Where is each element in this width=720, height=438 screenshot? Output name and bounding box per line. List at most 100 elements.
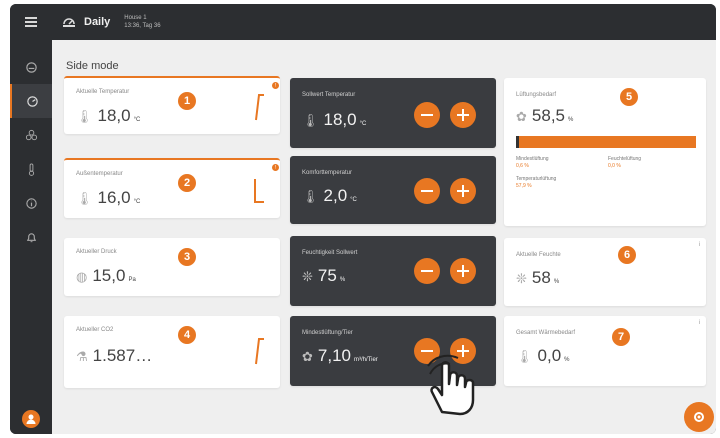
- sidebar-item-climate[interactable]: [10, 152, 52, 186]
- card-value: 🌡 2,0 °C: [302, 186, 357, 206]
- card-total-heat-demand[interactable]: Gesamt Wärmebedarf 🌡 0,0% 7 i: [504, 316, 706, 386]
- mini-value: 0,0 %: [608, 163, 621, 169]
- thermometer-icon: 🌡: [516, 349, 533, 364]
- card-current-pressure[interactable]: Aktueller Druck ◍ 15,0 Pa 3: [64, 238, 280, 296]
- house-selector[interactable]: House 1 13:36, Tag 36: [124, 14, 160, 30]
- card-value: 🌡 18,0 °C: [76, 106, 140, 126]
- thermometer-icon: 🌡: [76, 191, 93, 206]
- value-text: 15,0: [92, 266, 126, 285]
- trend-icon: [254, 179, 264, 203]
- card-value: ✿ 7,10 m³/h/Tier: [302, 346, 378, 366]
- card-value: ◍ 15,0 Pa: [76, 266, 136, 286]
- sidebar-item-info[interactable]: [10, 186, 52, 220]
- callout-badge: 2: [178, 174, 196, 192]
- min-ventilation-readout: Mindestlüftung 0,6 %: [516, 156, 549, 170]
- info-icon[interactable]: i: [699, 242, 700, 248]
- value-text: 16,0: [97, 188, 131, 207]
- warning-icon: !: [272, 164, 279, 171]
- humidity-icon: ❊: [516, 271, 527, 286]
- mini-label: Mindestlüftung: [516, 156, 549, 162]
- card-humidity-setpoint: Feuchtigkeit Sollwert ❊ 75%: [290, 236, 496, 306]
- device-frame: Daily House 1 13:36, Tag 36 Side mode Ak…: [10, 4, 716, 434]
- decrease-button[interactable]: [414, 178, 440, 204]
- card-label: Komforttemperatur: [302, 170, 353, 176]
- co2-icon: ⚗: [76, 349, 88, 364]
- value-text: 0,0: [537, 346, 562, 365]
- card-ventilation-demand[interactable]: Lüftungsbedarf ✿ 58,5% 5 Mindestlüftung 0,…: [504, 78, 706, 226]
- card-comfort-temperature: Komforttemperatur 🌡 2,0 °C: [290, 156, 496, 224]
- value-unit: °C: [359, 121, 367, 127]
- main-content: Side mode Aktuelle Temperatur 🌡 18,0 °C ! …: [52, 40, 716, 434]
- sidebar-item-home[interactable]: [10, 50, 52, 84]
- house-name: House 1: [124, 15, 147, 21]
- callout-badge: 7: [612, 328, 630, 346]
- sidebar-item-alarms[interactable]: [10, 220, 52, 254]
- user-icon: [26, 414, 36, 424]
- value-unit: °C: [350, 197, 357, 203]
- thermometer-icon: 🌡: [302, 113, 319, 128]
- menu-button[interactable]: [10, 4, 52, 40]
- trend-icon: [255, 338, 264, 365]
- value-text: 58: [531, 268, 551, 287]
- minus-icon: [421, 269, 433, 273]
- card-label: Lüftungsbedarf: [516, 92, 557, 98]
- minus-icon: [421, 189, 433, 193]
- value-text: 2,0: [323, 186, 348, 205]
- decrease-button[interactable]: [414, 258, 440, 284]
- card-current-co2[interactable]: Aktueller CO2 ⚗ 1.587… 4: [64, 316, 280, 388]
- user-avatar[interactable]: [22, 410, 40, 428]
- value-text: 7,10: [317, 346, 351, 365]
- settings-fab-button[interactable]: [684, 402, 714, 432]
- callout-badge: 6: [618, 246, 636, 264]
- card-label: Aktueller CO2: [76, 327, 114, 333]
- callout-badge: 3: [178, 248, 196, 266]
- humidity-ventilation-readout: Feuchtelüftung 0,0 %: [608, 156, 641, 170]
- info-icon[interactable]: i: [699, 320, 700, 326]
- house-info: 13:36, Tag 36: [124, 23, 161, 29]
- trend-icon: [255, 94, 264, 121]
- card-value: ⚗ 1.587…: [76, 346, 152, 366]
- decrease-button[interactable]: [414, 102, 440, 128]
- card-outside-temperature[interactable]: Außentemperatur 🌡 16,0 °C ! 2: [64, 158, 280, 218]
- plus-icon: [457, 109, 469, 120]
- hand-pointer-icon: [427, 354, 475, 416]
- card-label: Aktuelle Temperatur: [76, 89, 130, 95]
- mode-title: Side mode: [66, 60, 119, 72]
- thermometer-icon: 🌡: [302, 189, 319, 204]
- sidebar-item-fans[interactable]: [10, 118, 52, 152]
- callout-badge: 4: [178, 326, 196, 344]
- gauge-icon: ◍: [76, 269, 88, 284]
- card-label: Sollwert Temperatur: [302, 92, 356, 98]
- plus-icon: [457, 265, 469, 276]
- callout-badge: 5: [620, 88, 638, 106]
- mini-value: 0,6 %: [516, 163, 529, 169]
- card-value: 🌡 16,0 °C: [76, 188, 140, 208]
- increase-button[interactable]: [450, 102, 476, 128]
- thermometer-icon: 🌡: [76, 109, 93, 124]
- value-unit: %: [564, 357, 570, 363]
- value-unit: Pa: [128, 277, 136, 283]
- increase-button[interactable]: [450, 178, 476, 204]
- fan-icon: ✿: [302, 349, 313, 364]
- info-icon: [25, 197, 37, 209]
- home-icon: [25, 61, 37, 73]
- page-title: Daily: [84, 16, 111, 28]
- plus-icon: [457, 185, 469, 196]
- card-value: 🌡 18,0 °C: [302, 110, 366, 130]
- temperature-ventilation-readout: Temperaturlüftung 57,9 %: [516, 176, 556, 190]
- value-unit: %: [339, 277, 346, 283]
- fan-icon: [25, 129, 37, 140]
- increase-button[interactable]: [450, 258, 476, 284]
- card-current-humidity[interactable]: Aktuelle Feuchte ❊ 58% 6 i: [504, 238, 706, 306]
- top-bar: Daily House 1 13:36, Tag 36: [10, 4, 716, 40]
- value-text: 18,0: [323, 110, 357, 129]
- bell-icon: [26, 232, 36, 242]
- dashboard-icon: [26, 95, 38, 107]
- callout-badge: 1: [178, 92, 196, 110]
- value-text: 1.587…: [92, 346, 153, 365]
- sidebar-item-dashboard[interactable]: [10, 84, 52, 118]
- card-value: ❊ 75%: [302, 266, 345, 286]
- card-current-temperature[interactable]: Aktuelle Temperatur 🌡 18,0 °C ! 1: [64, 76, 280, 134]
- card-label: Feuchtigkeit Sollwert: [302, 250, 358, 256]
- value-unit: %: [568, 117, 574, 123]
